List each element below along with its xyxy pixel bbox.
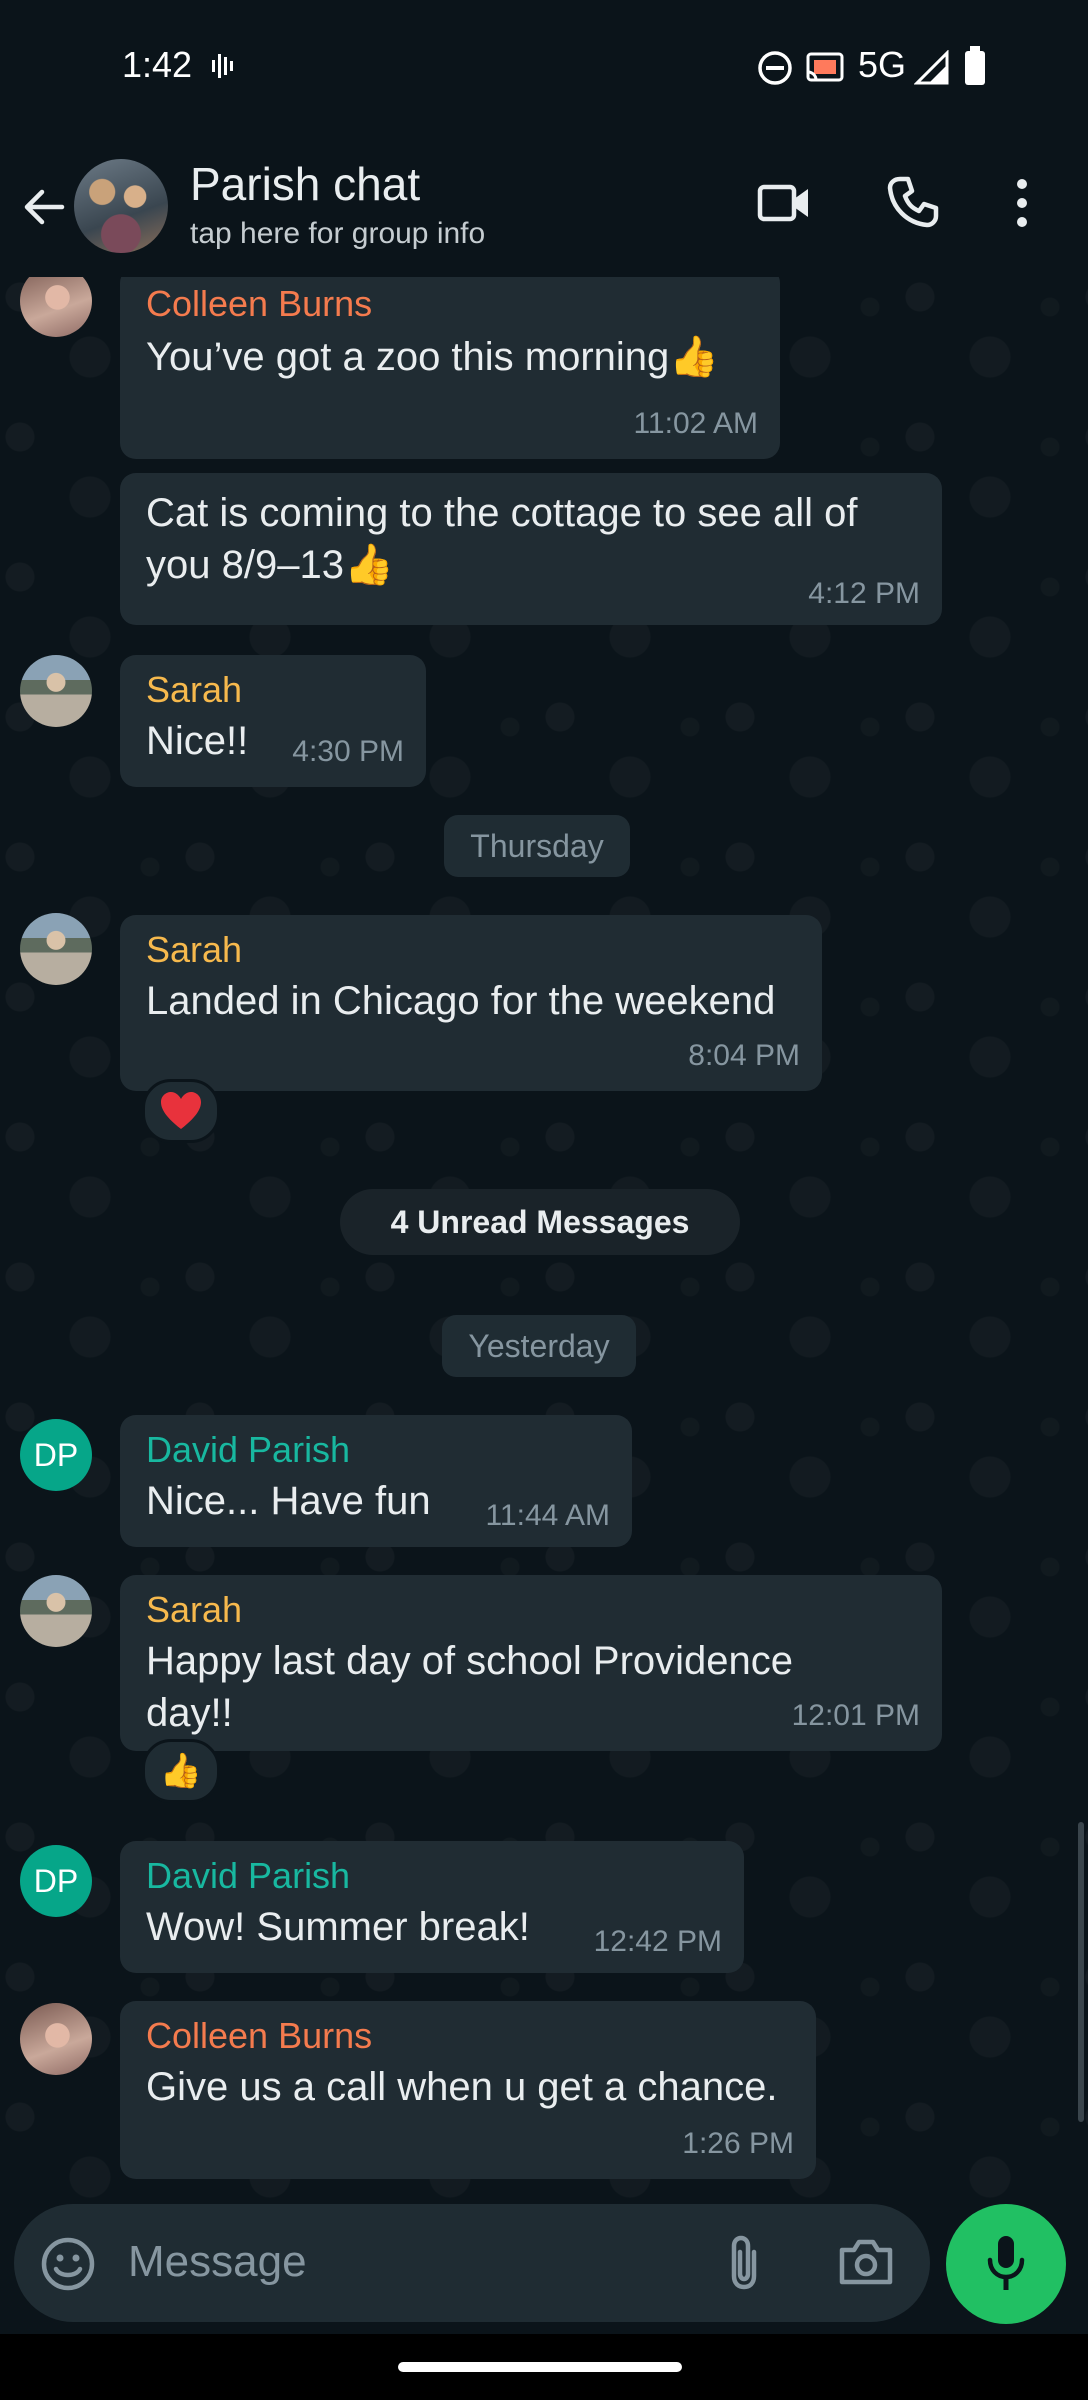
avatar-sarah[interactable] [20, 1575, 92, 1647]
thumbs-up-emoji: 👍 [343, 543, 394, 587]
sender-name: David Parish [146, 1855, 351, 1896]
message-bubble[interactable]: Sarah Landed in Chicago for the weekend … [120, 915, 822, 1091]
attach-icon[interactable] [724, 2232, 764, 2292]
chat-title[interactable]: Parish chat [190, 157, 420, 211]
message-text: You’ve got a zoo this morning👍 [146, 335, 720, 379]
voice-call-icon[interactable] [886, 175, 940, 229]
message-time: 12:01 PM [791, 1699, 920, 1732]
vibrate-icon [212, 54, 233, 78]
group-info-hint[interactable]: tap here for group info [190, 217, 485, 251]
group-avatar[interactable] [74, 159, 168, 253]
system-nav-bar [0, 2334, 1088, 2400]
avatar-david[interactable]: DP [20, 1419, 92, 1491]
message-bubble[interactable]: Cat is coming to the cottage to see all … [120, 473, 942, 625]
more-options-icon[interactable] [1010, 175, 1034, 231]
unread-messages-divider: 4 Unread Messages [340, 1189, 740, 1255]
avatar-colleen[interactable] [20, 2003, 92, 2075]
back-arrow-icon[interactable] [20, 183, 68, 231]
cast-icon [806, 52, 844, 82]
home-gesture-bar[interactable] [398, 2362, 682, 2372]
battery-icon [965, 46, 985, 85]
date-divider-thursday: Thursday [444, 815, 630, 877]
sender-name: Sarah [146, 1589, 243, 1630]
message-time: 8:04 PM [688, 1039, 800, 1072]
message-input[interactable]: Message [128, 2237, 307, 2287]
message-bubble[interactable]: Colleen Burns You’ve got a zoo this morn… [120, 277, 780, 459]
message-bubble[interactable]: David Parish Nice... Have fun 11:44 AM [120, 1415, 632, 1547]
message-text: Landed in Chicago for the weekend [146, 979, 776, 1023]
avatar-colleen[interactable] [20, 277, 92, 337]
thumbs-up-emoji: 👍 [159, 1752, 203, 1790]
scrollbar[interactable] [1078, 1822, 1084, 2122]
camera-icon[interactable] [838, 2236, 894, 2288]
message-text: Nice!! [146, 719, 249, 763]
chat-header: Parish chat tap here for group info [0, 135, 1088, 277]
message-text: Happy last day of school Providence day!… [146, 1639, 794, 1735]
message-text: Nice... Have fun [146, 1479, 431, 1523]
message-reaction[interactable]: 👍 [142, 1739, 220, 1803]
do-not-disturb-icon [758, 51, 792, 85]
avatar-sarah[interactable] [20, 655, 92, 727]
chat-messages[interactable]: Colleen Burns You’ve got a zoo this morn… [0, 277, 1088, 2202]
date-divider-yesterday: Yesterday [442, 1315, 636, 1377]
emoji-icon[interactable] [40, 2236, 96, 2292]
thumbs-up-emoji: 👍 [669, 335, 720, 379]
message-text: Give us a call when u get a chance. [146, 2065, 778, 2109]
sender-name: Colleen Burns [146, 2015, 373, 2056]
microphone-icon [987, 2236, 1025, 2290]
message-text: Cat is coming to the cottage to see all … [146, 491, 858, 587]
message-bubble[interactable]: David Parish Wow! Summer break! 12:42 PM [120, 1841, 744, 1973]
sender-name: David Parish [146, 1429, 351, 1470]
message-time: 11:44 AM [485, 1499, 610, 1532]
message-composer[interactable]: Message [14, 2204, 930, 2322]
message-bubble[interactable]: Colleen Burns Give us a call when u get … [120, 2001, 816, 2179]
signal-icon [914, 50, 949, 85]
message-time: 12:42 PM [593, 1925, 722, 1958]
avatar-sarah[interactable] [20, 913, 92, 985]
message-bubble[interactable]: Sarah Happy last day of school Providenc… [120, 1575, 942, 1751]
sender-name: Colleen Burns [146, 283, 373, 324]
message-time: 4:12 PM [808, 577, 920, 610]
message-reaction[interactable] [142, 1079, 220, 1143]
status-bar: 1:42 5G [0, 0, 1088, 135]
message-time: 1:26 PM [682, 2127, 794, 2160]
sender-name: Sarah [146, 669, 243, 710]
message-bubble[interactable]: Sarah Nice!! 4:30 PM [120, 655, 426, 787]
voice-record-button[interactable] [946, 2204, 1066, 2324]
avatar-david[interactable]: DP [20, 1845, 92, 1917]
red-heart-icon [161, 1092, 201, 1129]
message-text: Wow! Summer break! [146, 1905, 530, 1949]
network-type: 5G [858, 44, 907, 85]
sender-name: Sarah [146, 929, 243, 970]
status-time: 1:42 [122, 44, 193, 85]
message-time: 11:02 AM [633, 407, 758, 440]
message-time: 4:30 PM [292, 735, 404, 768]
video-call-icon[interactable] [756, 175, 812, 231]
